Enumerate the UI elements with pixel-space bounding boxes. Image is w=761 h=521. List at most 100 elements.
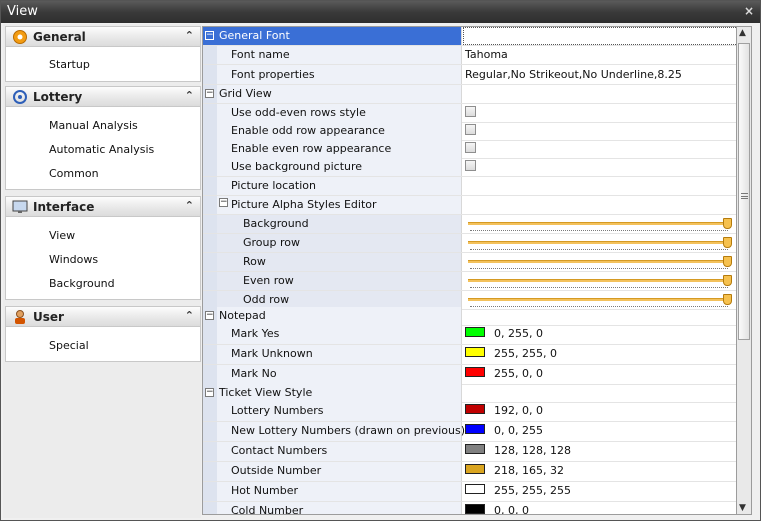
alpha-slider-group-row[interactable] [468,237,732,251]
collapse-expander-icon[interactable]: − [219,198,228,207]
property-value[interactable]: 0, 0, 0 [494,504,529,514]
property-value[interactable]: Tahoma [465,48,508,61]
sidebar-item-view[interactable]: View [49,229,75,242]
close-icon[interactable]: × [744,4,754,18]
property-row-new-lottery-numbers[interactable]: New Lottery Numbers (drawn on previous) … [203,422,736,442]
checkbox-background-picture[interactable] [465,160,476,171]
property-label: Mark Yes [231,327,280,340]
slider-thumb[interactable] [723,294,732,305]
property-label: Outside Number [231,464,322,477]
color-swatch[interactable] [465,367,485,377]
color-swatch[interactable] [465,347,485,357]
property-row-alpha-group-row[interactable]: Group row [203,234,736,253]
property-row-odd-even[interactable]: Use odd-even rows style [203,104,736,123]
sidebar-item-automatic-analysis[interactable]: Automatic Analysis [49,143,154,156]
property-row-cold-number[interactable]: Cold Number 0, 0, 0 [203,502,736,515]
property-value[interactable]: 218, 165, 32 [494,464,564,477]
scroll-up-icon[interactable]: ▲ [739,28,746,38]
collapse-icon[interactable]: ⌃ [185,199,194,212]
group-header-general[interactable]: General ⌃ [6,27,200,47]
property-row-alpha-background[interactable]: Background [203,215,736,234]
property-grid: − General Font Font name Tahoma Font pro… [202,26,737,515]
property-row-contact-numbers[interactable]: Contact Numbers 128, 128, 128 [203,442,736,462]
property-row-outside-number[interactable]: Outside Number 218, 165, 32 [203,462,736,482]
vertical-scrollbar[interactable]: ▲ ▼ [737,26,752,515]
group-header-user[interactable]: User ⌃ [6,307,200,327]
alpha-slider-odd-row[interactable] [468,294,732,308]
sidebar-item-manual-analysis[interactable]: Manual Analysis [49,119,138,132]
alpha-slider-background[interactable] [468,218,732,232]
color-swatch[interactable] [465,444,485,454]
color-swatch[interactable] [465,464,485,474]
category-alpha-editor[interactable]: − Picture Alpha Styles Editor [203,196,736,215]
color-swatch[interactable] [465,424,485,434]
color-swatch[interactable] [465,504,485,514]
checkbox-even-row[interactable] [465,142,476,153]
property-row-alpha-row[interactable]: Row [203,253,736,272]
property-row-font-properties[interactable]: Font properties Regular,No Strikeout,No … [203,65,736,85]
scrollbar-thumb[interactable] [738,43,750,340]
collapse-expander-icon[interactable]: − [205,31,214,40]
sidebar-item-startup[interactable]: Startup [49,58,90,71]
property-value[interactable]: Regular,No Strikeout,No Underline,8.25 [465,68,682,81]
property-row-picture-location[interactable]: Picture location [203,177,736,196]
property-row-odd-row[interactable]: Enable odd row appearance [203,122,736,141]
property-value[interactable]: 192, 0, 0 [494,404,543,417]
checkbox-odd-row[interactable] [465,124,476,135]
slider-thumb[interactable] [723,237,732,248]
property-label: Background [243,217,309,230]
property-label: Cold Number [231,504,304,515]
collapse-expander-icon[interactable]: − [205,388,214,397]
sidebar-group-interface: Interface ⌃ View Windows Background [5,196,201,300]
sidebar-item-windows[interactable]: Windows [49,253,98,266]
property-value[interactable]: 255, 255, 255 [494,484,571,497]
slider-thumb[interactable] [723,256,732,267]
category-notepad[interactable]: − Notepad [203,307,736,326]
collapse-icon[interactable]: ⌃ [185,29,194,42]
collapse-expander-icon[interactable]: − [205,311,214,320]
category-ticket-view-style[interactable]: − Ticket View Style [203,384,736,403]
color-swatch[interactable] [465,404,485,414]
sidebar: General ⌃ Startup Lottery ⌃ Manual Analy… [3,24,201,518]
gear-icon [13,30,27,44]
color-swatch[interactable] [465,484,485,494]
category-grid-view[interactable]: − Grid View [203,85,736,104]
property-label: Use odd-even rows style [231,106,366,119]
slider-thumb[interactable] [723,275,732,286]
collapse-icon[interactable]: ⌃ [185,89,194,102]
property-label: Enable odd row appearance [231,124,385,137]
scroll-down-icon[interactable]: ▼ [739,503,746,513]
property-row-lottery-numbers[interactable]: Lottery Numbers 192, 0, 0 [203,402,736,422]
slider-thumb[interactable] [723,218,732,229]
collapse-icon[interactable]: ⌃ [185,309,194,322]
property-value[interactable]: 0, 255, 0 [494,327,543,340]
property-row-mark-no[interactable]: Mark No 255, 0, 0 [203,365,736,385]
property-label: Use background picture [231,160,363,173]
property-value[interactable]: 255, 255, 0 [494,347,557,360]
property-row-hot-number[interactable]: Hot Number 255, 255, 255 [203,482,736,502]
alpha-slider-even-row[interactable] [468,275,732,289]
collapse-expander-icon[interactable]: − [205,89,214,98]
property-label: Lottery Numbers [231,404,324,417]
sidebar-item-common[interactable]: Common [49,167,99,180]
sidebar-item-special[interactable]: Special [49,339,89,352]
property-value[interactable]: 0, 0, 255 [494,424,543,437]
property-row-even-row[interactable]: Enable even row appearance [203,140,736,159]
property-row-background-picture[interactable]: Use background picture [203,158,736,177]
alpha-slider-row[interactable] [468,256,732,270]
property-row-mark-unknown[interactable]: Mark Unknown 255, 255, 0 [203,345,736,365]
sidebar-item-background[interactable]: Background [49,277,115,290]
group-header-lottery[interactable]: Lottery ⌃ [6,87,200,107]
color-swatch[interactable] [465,327,485,337]
property-label: Mark Unknown [231,347,313,360]
property-row-alpha-even-row[interactable]: Even row [203,272,736,291]
property-row-font-name[interactable]: Font name Tahoma [203,46,736,65]
group-header-interface[interactable]: Interface ⌃ [6,197,200,217]
property-value[interactable]: 128, 128, 128 [494,444,571,457]
property-label: Font name [231,48,290,61]
category-general-font[interactable]: − General Font [203,27,736,46]
property-label: Mark No [231,367,277,380]
checkbox-odd-even[interactable] [465,106,476,117]
property-row-mark-yes[interactable]: Mark Yes 0, 255, 0 [203,325,736,345]
property-value[interactable]: 255, 0, 0 [494,367,543,380]
